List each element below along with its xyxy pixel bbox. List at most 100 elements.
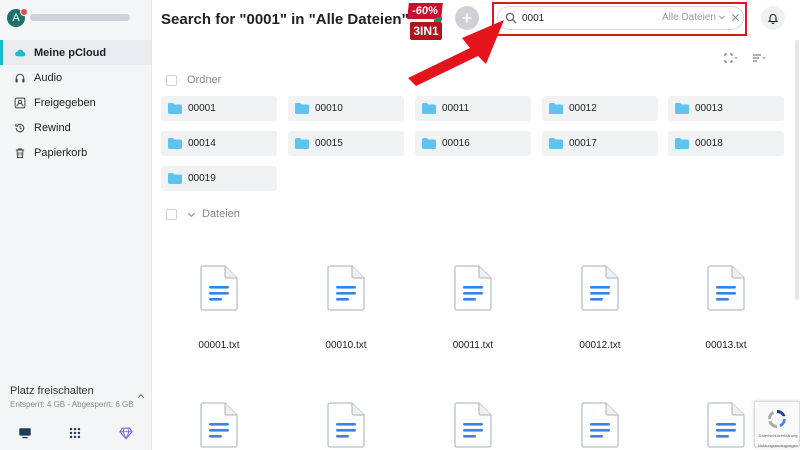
file-item[interactable] [542,402,658,448]
folder-item[interactable]: 00014 [161,131,277,156]
red-arrow-annotation [408,20,504,86]
files-section-header: Dateien [166,208,240,220]
file-item[interactable]: 00013.txt [668,265,784,351]
sidebar-item-freigegeben[interactable]: Freigegeben [0,90,151,115]
recaptcha-icon [767,410,786,429]
text-file-icon [200,402,238,448]
headphones-icon [12,72,28,84]
file-name: 00013.txt [705,340,747,351]
folders-section-header: Ordner [166,74,221,86]
text-file-icon [707,402,745,448]
search-input[interactable] [522,10,652,26]
folder-item[interactable]: 00016 [415,131,531,156]
text-file-icon [200,265,238,311]
sidebar-nav: Meine pCloud Audio Freigegeben Rewind Pa… [0,40,151,165]
file-item[interactable]: 00010.txt [288,265,404,351]
search-bar[interactable]: Alle Dateien [497,6,744,30]
sidebar-item-label: Audio [34,71,63,84]
sidebar-item-papierkorb[interactable]: Papierkorb [0,140,151,165]
folder-icon [675,103,689,114]
trash-icon [12,147,28,159]
folder-item[interactable]: 00001 [161,96,277,121]
folder-name: 00017 [569,138,597,149]
sidebar-item-label: Rewind [34,121,71,134]
text-file-icon [327,265,365,311]
view-tools [724,50,784,63]
sort-icon [753,54,766,62]
search-icon [505,12,517,24]
folder-item[interactable]: 00015 [288,131,404,156]
view-mode-toggle[interactable] [724,50,738,63]
file-name: 00010.txt [325,340,367,351]
unlock-space-panel[interactable]: Platz freischalten Entsperrt: 4 GB - Abg… [10,385,150,409]
folder-icon [422,103,436,114]
folder-name: 00014 [188,138,216,149]
folder-item[interactable]: 00019 [161,166,277,191]
folder-name: 00019 [188,173,216,184]
sidebar-item-meine-pcloud[interactable]: Meine pCloud [0,40,151,65]
diamond-icon[interactable] [118,426,133,445]
chevron-down-icon[interactable] [187,210,196,219]
text-file-icon [581,265,619,311]
sidebar-item-audio[interactable]: Audio [0,65,151,90]
folder-name: 00001 [188,103,216,114]
folder-icon [295,103,309,114]
folder-icon [168,103,182,114]
text-file-icon [454,265,492,311]
folder-name: 00010 [315,103,343,114]
folder-icon [422,138,436,149]
file-item[interactable]: 00011.txt [415,265,531,351]
folder-icon [168,138,182,149]
file-name: 00012.txt [579,340,621,351]
folder-item[interactable]: 00018 [668,131,784,156]
text-file-icon [707,265,745,311]
text-file-icon [327,402,365,448]
unlock-space-subtitle: Entsperrt: 4 GB - Abgesperrt: 6 GB [10,400,134,409]
unlock-space-title: Platz freischalten [10,385,94,397]
expand-icon [724,53,738,63]
file-name: 00001.txt [198,340,240,351]
cloud-icon [12,47,28,59]
sidebar-item-rewind[interactable]: Rewind [0,115,151,140]
file-item[interactable]: 00001.txt [161,265,277,351]
chevron-up-icon[interactable] [137,392,145,400]
folder-item[interactable]: 00012 [542,96,658,121]
folder-name: 00016 [442,138,470,149]
rewind-icon [12,122,28,134]
files-label: Dateien [202,208,240,220]
folder-name: 00012 [569,103,597,114]
user-name-redacted [30,14,130,21]
folder-item[interactable]: 00010 [288,96,404,121]
scrollbar[interactable] [795,40,799,300]
text-file-icon [454,402,492,448]
folder-item[interactable]: 00017 [542,131,658,156]
select-all-folders-checkbox[interactable] [166,74,177,86]
file-item[interactable] [415,402,531,448]
chevron-down-icon [718,15,726,20]
file-item[interactable] [161,402,277,448]
file-item[interactable]: 00012.txt [542,265,658,351]
sort-toggle[interactable] [752,50,766,62]
search-scope-label: Alle Dateien [662,12,716,23]
file-item[interactable] [288,402,404,448]
notifications-button[interactable] [761,6,785,30]
clear-search-icon[interactable] [731,13,740,22]
sidebar: A Meine pCloud Audio Freigegeben Rewind [0,0,152,450]
file-name: 00011.txt [452,340,494,351]
sidebar-item-label: Meine pCloud [34,46,107,59]
bell-icon [767,14,779,24]
select-all-files-checkbox[interactable] [166,208,177,220]
page-title: Search for "0001" in "Alle Dateien" [161,11,409,28]
folder-item[interactable]: 00013 [668,96,784,121]
folder-item[interactable]: 00011 [415,96,531,121]
notification-dot [20,8,28,16]
folder-icon [549,103,563,114]
apps-grid-icon[interactable] [68,426,82,445]
desktop-icon[interactable] [18,426,32,445]
folder-icon [549,138,563,149]
folder-name: 00015 [315,138,343,149]
folder-name: 00013 [695,103,723,114]
search-scope-dropdown[interactable]: Alle Dateien [662,12,726,23]
shared-user-icon [12,97,28,109]
recaptcha-badge[interactable]: Datenschutzerklärung - Nutzungsbedingung… [754,401,800,448]
